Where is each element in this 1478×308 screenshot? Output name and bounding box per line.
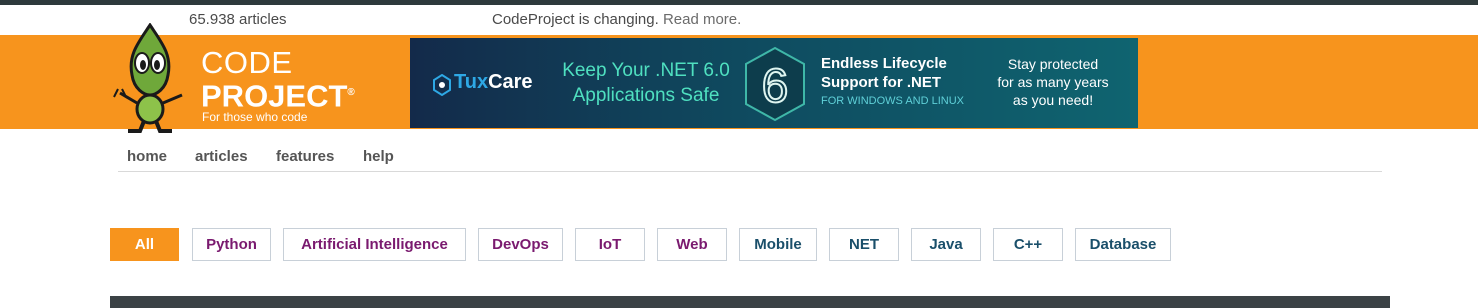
nav-help[interactable]: help bbox=[363, 148, 394, 165]
article-count: 65.938 articles bbox=[189, 11, 287, 28]
registered-mark: ® bbox=[347, 87, 355, 98]
tuxcare-logo-icon bbox=[433, 74, 451, 96]
brand-wordmark[interactable]: CODE PROJECT® bbox=[201, 45, 355, 111]
brand-project-text: PROJECT bbox=[201, 78, 348, 114]
site-header: CODE PROJECT® For those who code TuxCare… bbox=[0, 23, 1478, 133]
filter-cpp[interactable]: C++ bbox=[993, 228, 1063, 261]
nav-home[interactable]: home bbox=[127, 148, 167, 165]
banner-stay-line1: Stay protected bbox=[1007, 56, 1099, 72]
tuxcare-tux: Tux bbox=[454, 71, 489, 93]
tuxcare-care: Care bbox=[488, 71, 533, 93]
banner-endless-line1: Endless Lifecycle bbox=[821, 55, 947, 72]
change-notice-text: CodeProject is changing. bbox=[492, 11, 659, 28]
banner-endless-sub: FOR WINDOWS AND LINUX bbox=[821, 95, 965, 107]
codeproject-logo-icon[interactable] bbox=[110, 23, 190, 133]
filter-web[interactable]: Web bbox=[657, 228, 727, 261]
banner-stay-text: Stay protected for as many years as you … bbox=[988, 55, 1118, 109]
banner-keep-text: Keep Your .NET 6.0 Applications Safe bbox=[556, 58, 736, 108]
tuxcare-wordmark: TuxCare bbox=[454, 71, 533, 94]
brand-line-project: PROJECT® bbox=[201, 78, 355, 111]
read-more-link[interactable]: Read more. bbox=[663, 11, 741, 28]
filter-database[interactable]: Database bbox=[1075, 228, 1171, 261]
change-notice: CodeProject is changing. Read more. bbox=[492, 11, 741, 28]
filter-iot[interactable]: IoT bbox=[575, 228, 645, 261]
info-bar: 65.938 articles CodeProject is changing.… bbox=[0, 5, 1478, 35]
filter-artificial-intelligence[interactable]: Artificial Intelligence bbox=[283, 228, 466, 261]
content-header-strip bbox=[110, 296, 1390, 308]
topic-filter-bar: All Python Artificial Intelligence DevOp… bbox=[0, 228, 1478, 261]
filter-net[interactable]: NET bbox=[829, 228, 899, 261]
banner-stay-line2: for as many years bbox=[997, 74, 1109, 90]
banner-stay-line3: as you need! bbox=[1012, 92, 1094, 108]
filter-devops[interactable]: DevOps bbox=[478, 228, 563, 261]
net6-digit: 6 bbox=[762, 60, 789, 113]
banner-endless-line2: Support for .NET bbox=[821, 74, 941, 91]
filter-java[interactable]: Java bbox=[911, 228, 981, 261]
brand-line-code: CODE bbox=[201, 45, 293, 80]
nav-features[interactable]: features bbox=[276, 148, 334, 165]
filter-mobile[interactable]: Mobile bbox=[739, 228, 817, 261]
banner-keep-line2: Applications Safe bbox=[572, 85, 720, 106]
filter-all[interactable]: All bbox=[110, 228, 179, 261]
brand-tagline: For those who code bbox=[202, 110, 308, 124]
filter-python[interactable]: Python bbox=[192, 228, 271, 261]
net6-emblem-icon: 6 bbox=[745, 46, 805, 122]
banner-keep-line1: Keep Your .NET 6.0 bbox=[562, 60, 730, 81]
banner-endless-text: Endless Lifecycle Support for .NET FOR W… bbox=[821, 54, 964, 111]
nav-articles[interactable]: articles bbox=[195, 148, 248, 165]
ad-banner[interactable]: TuxCare Keep Your .NET 6.0 Applications … bbox=[410, 38, 1138, 128]
main-nav: home articles features help bbox=[118, 130, 1382, 172]
